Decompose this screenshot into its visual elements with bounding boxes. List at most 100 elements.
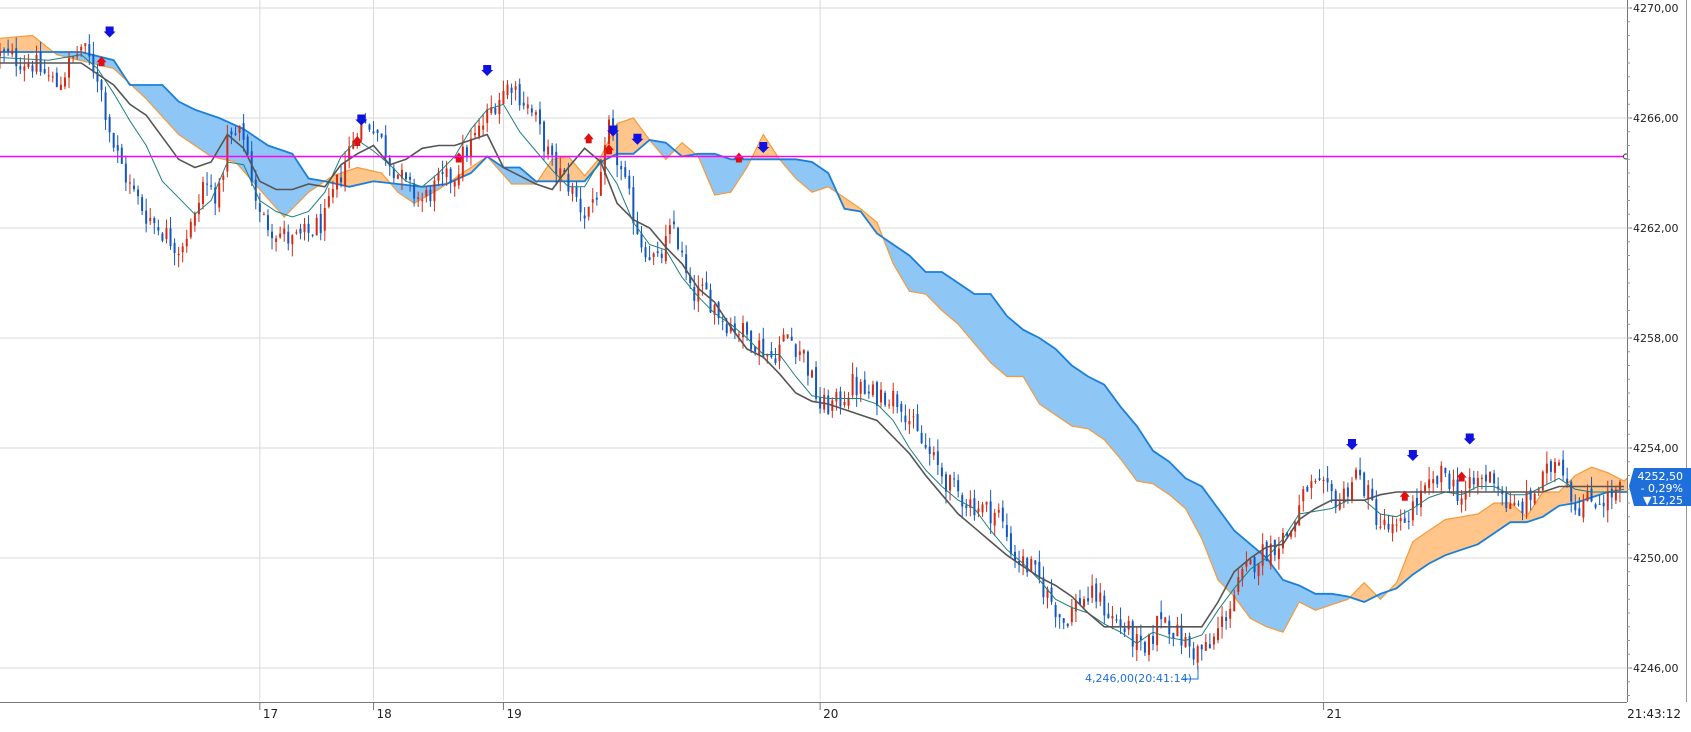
- candle-down: [1058, 614, 1061, 618]
- candle-up: [823, 394, 826, 410]
- candle-up: [11, 50, 14, 55]
- candle-up: [279, 233, 282, 238]
- candle-up: [283, 228, 286, 235]
- candle-down: [900, 403, 903, 412]
- candle-down: [1566, 478, 1569, 483]
- cloud-bull-segment: [1542, 491, 1548, 518]
- cloud-bull-segment: [28, 35, 33, 53]
- cloud-bear-segment: [1160, 455, 1166, 493]
- candle-down: [1119, 619, 1122, 627]
- candle-up: [396, 174, 399, 179]
- candle-up: [977, 508, 980, 512]
- candle-up: [1432, 479, 1435, 484]
- last-price-tag[interactable]: 4252,50 - 0,29% ▼12,25: [1629, 468, 1691, 507]
- candle-down: [311, 234, 314, 236]
- candle-down: [3, 49, 6, 52]
- candle-down: [1436, 476, 1439, 485]
- price-tick-label: 4258,00: [1633, 332, 1679, 345]
- cloud-bear-segment: [929, 271, 935, 303]
- cloud-bear-segment: [1270, 562, 1276, 630]
- cloud-bull-segment: [1449, 517, 1454, 555]
- cloud-bear-segment: [1039, 337, 1044, 408]
- candle-down: [648, 257, 651, 260]
- cloud-bull-segment: [373, 170, 378, 183]
- candle-down: [55, 72, 58, 88]
- cloud-bear-segment: [941, 271, 947, 315]
- cloud-bear-segment: [978, 293, 983, 354]
- candle-down: [884, 392, 887, 405]
- candle-down: [1346, 487, 1349, 497]
- candle-down: [1521, 501, 1524, 514]
- candle-up: [1468, 477, 1471, 489]
- candle-down: [1005, 524, 1008, 537]
- candle-down: [750, 330, 753, 350]
- candle-up: [1411, 501, 1414, 521]
- candle-down: [1375, 499, 1378, 525]
- ichimoku-price-chart[interactable]: 4246,00 4250,00 4254,00 4258,00 4262,00 4266,…: [0, 0, 1691, 728]
- cloud-bear-segment: [1315, 593, 1320, 611]
- candle-down: [173, 242, 176, 254]
- candle-up: [1310, 481, 1313, 488]
- cloud-bear-segment: [186, 105, 192, 144]
- candle-up: [1111, 615, 1114, 619]
- candle-up: [871, 384, 874, 396]
- cloud-bull-segment: [1453, 517, 1458, 553]
- cloud-bear-segment: [1043, 340, 1048, 411]
- candle-up: [23, 66, 26, 71]
- candle-up: [498, 99, 501, 114]
- cloud-bear-segment: [198, 110, 204, 152]
- cloud-bull-segment: [1465, 515, 1471, 549]
- candle-up: [1184, 636, 1187, 648]
- candle-down: [1505, 493, 1508, 508]
- cloud-bear-segment: [1323, 593, 1328, 608]
- candle-down: [522, 102, 525, 106]
- cloud-bear-segment: [1116, 400, 1121, 460]
- candle-up: [1545, 463, 1548, 474]
- candle-up: [1606, 490, 1609, 511]
- cloud-bear-segment: [1152, 450, 1158, 488]
- candle-up: [506, 84, 509, 95]
- cloud-bear-segment: [218, 117, 224, 160]
- candle-down: [510, 87, 513, 93]
- cloud-bear-segment: [267, 145, 273, 205]
- cloud-bear-segment: [909, 254, 914, 293]
- cloud-bear-segment: [949, 276, 955, 322]
- cloud-bear-segment: [1014, 322, 1020, 377]
- candle-down: [258, 203, 261, 212]
- candle-up: [1030, 559, 1033, 573]
- candle-up: [1350, 482, 1353, 500]
- candle-up: [51, 76, 54, 78]
- candle-down: [1208, 644, 1211, 649]
- candle-up: [218, 183, 221, 208]
- candle-down: [806, 351, 809, 376]
- candle-up: [1480, 477, 1483, 479]
- candle-down: [104, 92, 107, 120]
- price-tick-label: 4266,00: [1633, 112, 1679, 125]
- candle-up: [469, 138, 472, 158]
- candle-down: [108, 116, 111, 133]
- candle-down: [1180, 625, 1183, 646]
- cloud-bull-segment: [1469, 514, 1475, 548]
- candle-down: [210, 185, 213, 187]
- candle-down: [965, 505, 968, 508]
- chart-svg[interactable]: 4246,00 4250,00 4254,00 4258,00 4262,00 4266,…: [0, 0, 1691, 728]
- candle-up: [851, 373, 854, 396]
- candle-up: [547, 146, 550, 155]
- candle-down: [961, 495, 964, 507]
- candle-down: [1517, 503, 1520, 505]
- cloud-bull-segment: [1424, 529, 1430, 567]
- cloud-bull-segment: [20, 35, 25, 53]
- candle-down: [1038, 561, 1041, 578]
- candle-down: [494, 108, 497, 114]
- candle-up: [445, 168, 448, 178]
- cloud-bear-segment: [162, 84, 167, 122]
- candle-down: [145, 210, 148, 224]
- candle-up: [526, 104, 529, 109]
- candle-up: [587, 206, 590, 217]
- cloud-bull-segment: [1436, 521, 1442, 560]
- cloud-bear-segment: [1266, 557, 1272, 629]
- candle-down: [1225, 617, 1228, 621]
- price-tick-label: 4254,00: [1633, 442, 1679, 455]
- time-tick-label: 18: [377, 707, 392, 721]
- cloud-bear-segment: [1067, 360, 1073, 427]
